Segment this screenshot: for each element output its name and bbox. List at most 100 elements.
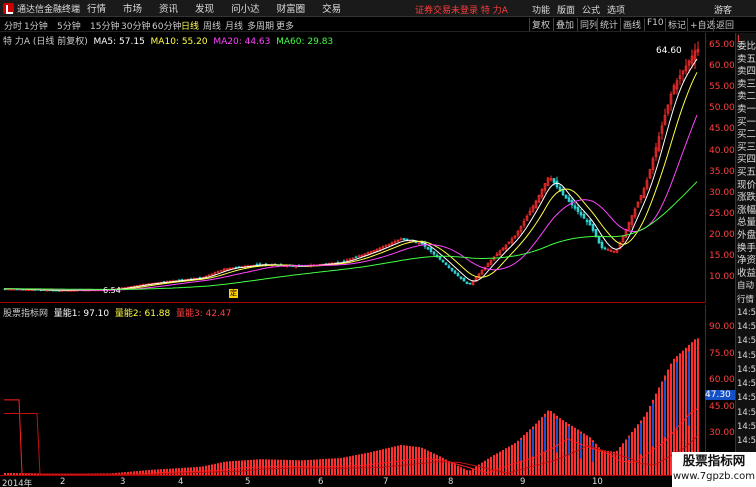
mark-button[interactable]: 标记 xyxy=(665,18,688,31)
indicator-blue-bar xyxy=(664,380,666,438)
indicator-bar xyxy=(571,425,573,475)
event-marker[interactable]: 定 xyxy=(229,289,238,298)
draw-button[interactable]: 画线 xyxy=(620,18,643,31)
menu-market[interactable]: 市场 xyxy=(123,1,142,15)
period-15min[interactable]: 15分钟 xyxy=(90,19,119,32)
period-60min[interactable]: 60分钟 xyxy=(152,19,181,32)
indicator-bar xyxy=(355,455,357,475)
indicator-bar xyxy=(400,444,402,475)
axis-tick-label: 55.00 xyxy=(709,82,735,93)
indicator-bar xyxy=(622,443,624,475)
indicator-bar xyxy=(439,456,441,475)
indicator-bar xyxy=(562,420,564,475)
candle-body xyxy=(588,219,592,226)
side-tick-row: 14:50 xyxy=(737,307,756,318)
menu-wealth[interactable]: 财富圈 xyxy=(277,1,306,15)
period-weekly[interactable]: 周线 xyxy=(203,19,221,32)
side-tick-row: 14:50 xyxy=(737,350,756,361)
ma5-line xyxy=(3,58,698,291)
ma-info-line: 特 力A (日线 前复权) MA5: 57.15 MA10: 55.20 MA2… xyxy=(3,34,333,47)
date-tick-label: 9 xyxy=(520,477,526,487)
indicator-bar xyxy=(448,460,450,475)
indicator-bar xyxy=(358,454,360,475)
ma10-value: MA10: 55.20 xyxy=(150,37,208,47)
indicator-bar xyxy=(208,465,210,475)
side-tick-row: 14:50 xyxy=(737,407,756,418)
axis-tick-label: 35.00 xyxy=(709,166,735,177)
watermark-title: 股票指标网 xyxy=(682,453,746,468)
indicator-bar xyxy=(553,413,555,475)
indicator-bar xyxy=(550,411,552,475)
indicator-bar xyxy=(511,444,513,475)
watermark-url: www.7gpzb.com xyxy=(673,471,755,482)
quote-side-panel[interactable]: L 委比 卖五 卖四 卖三 卖二 卖一 买一 买二 买三 买四 买五 现价 涨跌 涨幅 总量 外盘 换手 净资 收益自… xyxy=(735,33,756,487)
indicator-bar xyxy=(391,447,393,475)
indicator-bar xyxy=(235,460,237,475)
menu-layout[interactable]: 版面 xyxy=(557,3,575,16)
indicator-bar xyxy=(376,450,378,475)
indicator-bar xyxy=(226,461,228,475)
candle-body xyxy=(432,251,436,255)
indicator-bar xyxy=(601,449,603,475)
axis-tick-label: 65.00 xyxy=(709,40,735,50)
date-tick-label: 2 xyxy=(60,477,66,487)
price-axis: 65.00 60.00 55.00 50.00 45.00 40.00 35.00 30.00… xyxy=(705,33,735,303)
axis-tick-label: 25.00 xyxy=(709,208,735,219)
period-timeshare[interactable]: 分时 xyxy=(4,19,22,32)
side-tick-row: 行情 xyxy=(737,295,755,306)
axis-tick-label: 45.00 xyxy=(709,401,735,412)
ma20-value: MA20: 44.63 xyxy=(213,37,271,47)
menu-guest[interactable]: 游客 xyxy=(714,3,732,16)
menu-trade[interactable]: 交易 xyxy=(322,1,341,15)
candle-body xyxy=(444,262,448,266)
overlay-button[interactable]: 叠加 xyxy=(553,18,576,31)
indicator-bar xyxy=(415,446,417,475)
candle-body xyxy=(207,274,211,277)
menu-ask[interactable]: 问小达 xyxy=(231,1,260,15)
indicator-bar xyxy=(430,452,432,475)
indicator-bar xyxy=(268,459,270,475)
menu-news[interactable]: 资讯 xyxy=(159,1,178,15)
ma60-line xyxy=(4,181,698,290)
side-tick-row: 14:50 xyxy=(737,364,756,375)
indicator-info-line: 股票指标网 量能1: 97.10 量能2: 61.88 量能3: 42.47 xyxy=(3,306,231,319)
period-multi[interactable]: 多周期 xyxy=(247,19,274,32)
date-axis: 2014年 2 3 4 5 6 7 8 9 10 xyxy=(0,475,705,487)
volume-indicator-chart[interactable] xyxy=(0,304,705,475)
indicator-blue-bar xyxy=(676,361,678,430)
candlestick-chart[interactable] xyxy=(0,33,705,303)
price-chart-panel[interactable] xyxy=(0,33,705,303)
indicator-bar xyxy=(283,459,285,475)
indicator-panel[interactable] xyxy=(0,304,705,475)
menu-options[interactable]: 选项 xyxy=(607,3,625,16)
axis-tick-label: 60.00 xyxy=(709,61,735,72)
candle-body xyxy=(552,178,556,184)
login-warning[interactable]: 证券交易未登录 特 力A xyxy=(415,3,508,16)
menu-quotes[interactable]: 行情 xyxy=(87,1,106,15)
date-tick-label: 6 xyxy=(318,477,324,487)
period-daily[interactable]: 日线 xyxy=(181,19,199,32)
candle-body xyxy=(354,256,358,259)
period-5min[interactable]: 5分钟 xyxy=(57,19,81,32)
menu-function[interactable]: 功能 xyxy=(532,3,550,16)
candle-body xyxy=(564,194,568,199)
adjust-button[interactable]: 复权 xyxy=(529,18,552,31)
menu-formula[interactable]: 公式 xyxy=(582,3,600,16)
axis-tick-label: 15.00 xyxy=(709,251,735,261)
back-button[interactable]: 返回 xyxy=(713,18,736,31)
indicator-v2: 量能2: 61.88 xyxy=(114,309,171,319)
stats-button[interactable]: 统计 xyxy=(597,18,620,31)
candle-body xyxy=(441,259,445,263)
period-30min[interactable]: 30分钟 xyxy=(121,19,150,32)
candle-body xyxy=(576,207,580,213)
side-tick-row: 14:50 xyxy=(737,436,756,447)
side-tick-row: 14:50 xyxy=(737,379,756,390)
period-monthly[interactable]: 月线 xyxy=(225,19,243,32)
indicator-bar xyxy=(526,432,528,475)
menu-discover[interactable]: 发现 xyxy=(195,1,214,15)
indicator-bar xyxy=(436,454,438,475)
period-1min[interactable]: 1分钟 xyxy=(24,19,48,32)
period-more[interactable]: 更多 xyxy=(276,19,294,32)
f10-button[interactable]: F10 xyxy=(644,18,666,31)
indicator-bar xyxy=(643,416,645,475)
